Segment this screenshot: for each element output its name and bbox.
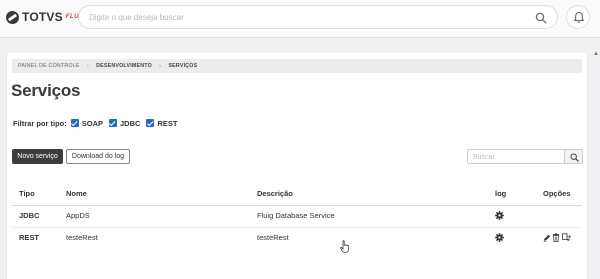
column-header-descricao: Descrição <box>257 189 293 198</box>
swap-icon[interactable] <box>562 233 571 242</box>
filter-soap-label: SOAP <box>81 118 104 128</box>
table-search-button[interactable] <box>565 149 583 164</box>
row-1-description: Fluig Database Service <box>257 211 335 220</box>
page-title: Serviços <box>11 81 81 100</box>
gear-icon[interactable] <box>495 211 504 220</box>
breadcrumb: PAINEL DE CONTROLE › DESENVOLVIMENTO › S… <box>12 59 582 73</box>
filter-rest[interactable]: REST <box>146 119 177 128</box>
filter-soap-checkbox[interactable] <box>70 119 79 127</box>
filter-soap[interactable]: SOAP <box>70 118 104 128</box>
search-icon <box>570 153 579 162</box>
row-2-type: REST <box>19 233 40 242</box>
global-search-box <box>78 5 558 29</box>
new-service-button[interactable]: Novo serviço <box>12 149 63 164</box>
table-search-input[interactable] <box>473 152 561 162</box>
scroll-up-arrow[interactable]: ▲ <box>592 50 600 58</box>
bell-icon <box>573 11 585 23</box>
column-header-opcoes: Opções <box>543 189 571 198</box>
notifications-button[interactable] <box>566 5 590 29</box>
breadcrumb-item-painel[interactable]: PAINEL DE CONTROLE <box>18 63 80 69</box>
totvs-fluig-logo[interactable]: TOTVS FLUIG <box>6 9 86 25</box>
logo-brand-text: TOTVS <box>22 10 63 24</box>
gear-icon[interactable] <box>495 233 504 242</box>
row-1-type: JDBC <box>19 211 40 220</box>
column-header-tipo: Tipo <box>19 189 35 198</box>
search-icon[interactable] <box>535 12 547 24</box>
row-1-name: AppDS <box>66 211 90 220</box>
chevron-right-icon: › <box>86 62 90 70</box>
breadcrumb-item-servicos: SERVIÇOS <box>168 63 198 69</box>
column-header-nome: Nome <box>66 189 87 198</box>
filter-rest-label: REST <box>157 118 178 128</box>
row-divider <box>12 227 582 228</box>
hand-cursor-icon <box>340 240 349 253</box>
table-header-divider <box>12 205 582 206</box>
row-2-description: testeRest <box>257 233 289 242</box>
totvs-logo-icon <box>6 10 19 24</box>
pencil-icon[interactable] <box>543 233 551 242</box>
trash-icon[interactable] <box>552 233 560 242</box>
type-filter: Filtrar por tipo: SOAP JDBC REST <box>13 118 183 128</box>
filter-label: Filtrar por tipo: <box>13 118 67 128</box>
download-log-button[interactable]: Download do log <box>66 149 130 164</box>
filter-jdbc-checkbox[interactable] <box>109 119 118 127</box>
column-header-log: log <box>495 189 507 198</box>
filter-jdbc-label: JDBC <box>120 118 141 128</box>
chevron-right-icon: › <box>158 62 162 70</box>
row-2-name: testeRest <box>66 233 98 242</box>
breadcrumb-item-desenvolvimento[interactable]: DESENVOLVIMENTO <box>96 63 152 69</box>
top-bar: TOTVS FLUIG <box>0 0 600 38</box>
filter-rest-checkbox[interactable] <box>146 119 155 127</box>
global-search-input[interactable] <box>89 11 529 24</box>
filter-jdbc[interactable]: JDBC <box>109 119 140 128</box>
table-search-box <box>467 149 565 164</box>
content-panel <box>6 53 588 279</box>
